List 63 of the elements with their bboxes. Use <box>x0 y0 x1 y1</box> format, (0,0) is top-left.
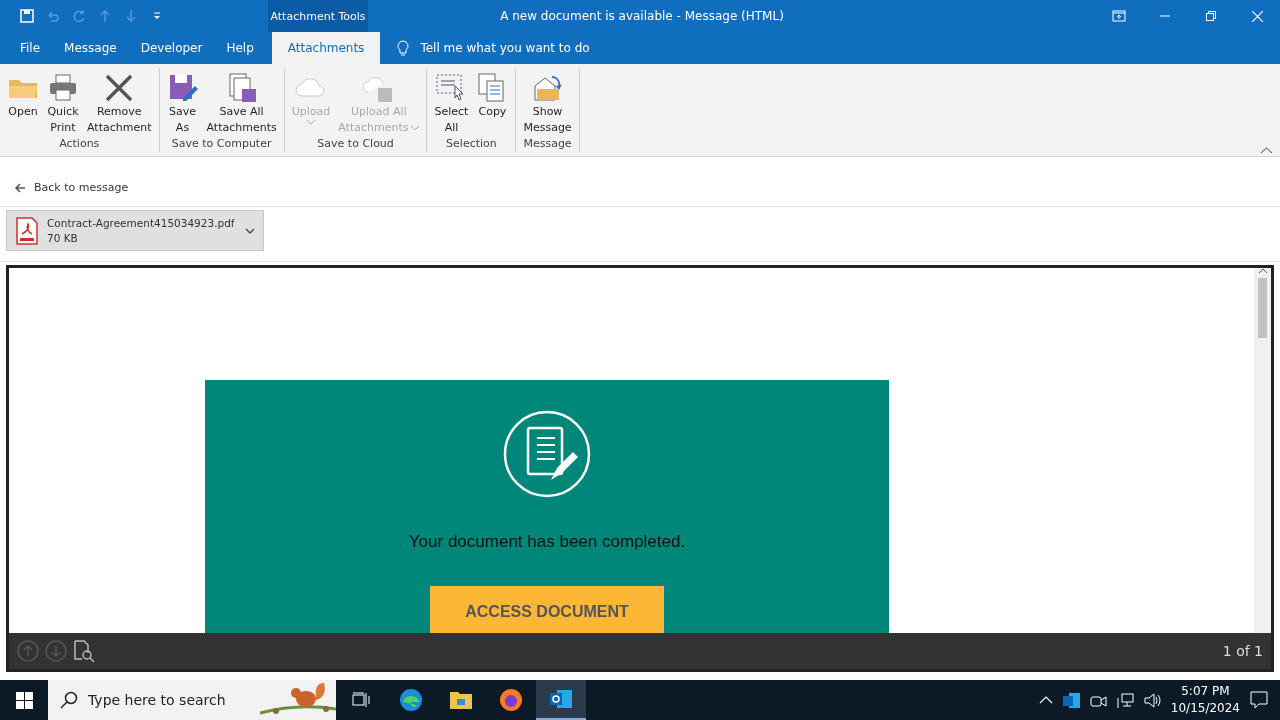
printer-icon <box>47 72 79 104</box>
group-label: Save to Cloud <box>316 137 395 150</box>
pdf-file-icon <box>15 216 39 245</box>
attachment-name: Contract-Agreement415034923.pdf <box>47 215 236 231</box>
clock-time: 5:07 PM <box>1181 683 1230 700</box>
outlook-icon[interactable] <box>536 680 586 720</box>
group-label: Actions <box>58 137 101 150</box>
arrow-up-icon <box>98 9 112 23</box>
minimize-icon <box>1160 15 1170 17</box>
ribbon-button[interactable]: Open <box>4 72 42 137</box>
windows-logo-icon <box>15 691 33 709</box>
caret-icon <box>411 125 420 131</box>
ribbon-button[interactable]: Remove Attachment <box>84 72 155 137</box>
ribbon-button[interactable]: Save All Attachments <box>203 72 280 137</box>
clock-date: 10/15/2024 <box>1170 700 1240 717</box>
notification-icon <box>1250 691 1268 709</box>
next-page-icon <box>45 640 67 662</box>
restore-icon <box>1206 11 1216 21</box>
caret-icon <box>307 120 315 125</box>
ribbon-button[interactable]: Select All <box>431 72 472 137</box>
scrollbar[interactable] <box>1254 268 1271 633</box>
group-label: Message <box>522 137 573 150</box>
ribbon-tab[interactable]: File <box>8 32 53 64</box>
group-label: Save to Computer <box>170 137 273 150</box>
ribbon-button[interactable]: Quick Print <box>44 72 82 137</box>
document-pen-icon <box>503 410 591 498</box>
redo-icon <box>72 9 86 23</box>
chevron-up-icon <box>1038 696 1053 704</box>
close-icon <box>1251 10 1263 22</box>
previous-page-icon <box>17 640 39 662</box>
ribbon-tab[interactable]: Developer <box>128 32 215 64</box>
arrow-down-icon <box>124 9 138 23</box>
access-document-button[interactable]: ACCESS DOCUMENT <box>430 586 664 633</box>
ribbon-tab[interactable]: Message <box>52 32 129 64</box>
attachment-size: 70 KB <box>47 230 79 246</box>
email-message: Your document has been completed. <box>408 532 686 552</box>
collapse-ribbon-icon[interactable] <box>1261 147 1272 153</box>
scrollbar-thumb[interactable] <box>1258 278 1267 338</box>
outlook-tray-icon <box>1062 691 1080 709</box>
taskbar-search-field[interactable]: Type here to search <box>48 680 336 720</box>
tell-me-field[interactable]: Tell me what you want to do <box>420 41 590 55</box>
attachment-chip[interactable]: Contract-Agreement415034923.pdf 70 KB <box>6 210 264 251</box>
lightbulb-icon <box>396 40 411 56</box>
save-icon <box>20 9 34 23</box>
back-link[interactable]: Back to message <box>34 181 129 194</box>
ribbon-display-icon <box>1112 10 1126 22</box>
ribbon-tab[interactable]: Attachments <box>271 32 381 64</box>
scroll-up-icon <box>1257 268 1268 274</box>
ribbon-tab[interactable]: Help <box>214 32 266 64</box>
undo-icon <box>46 9 60 23</box>
window-title: A new document is available - Message (HTML) <box>499 8 785 25</box>
document-search-icon <box>73 639 95 663</box>
back-arrow-icon <box>14 181 26 194</box>
volume-icon <box>1143 691 1161 709</box>
ribbon-button[interactable]: Show Message <box>520 72 575 137</box>
ribbon-button[interactable]: Save As <box>163 72 202 137</box>
context-tab-title: Attachment Tools <box>268 0 368 32</box>
page-count: 1 of 1 <box>1222 643 1263 659</box>
network-icon <box>1116 691 1134 709</box>
group-label: Selection <box>445 137 498 150</box>
search-icon <box>60 691 78 709</box>
chevron-down-icon <box>245 227 255 234</box>
ribbon-button[interactable]: Copy <box>473 72 512 137</box>
